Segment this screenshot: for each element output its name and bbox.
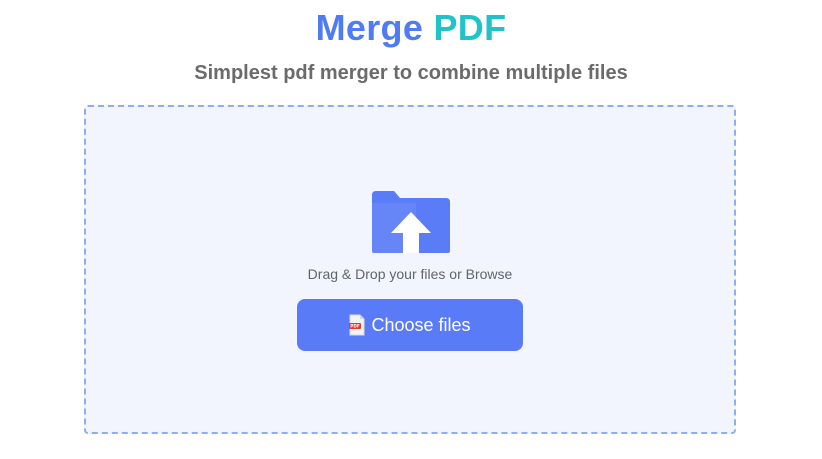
svg-text:PDF: PDF [351, 324, 361, 329]
folder-upload-icon [372, 191, 450, 253]
page-subtitle: Simplest pdf merger to combine multiple … [194, 62, 628, 84]
file-dropzone[interactable]: Drag & Drop your files or Browse PDF Cho… [84, 105, 736, 434]
page-title: Merge PDF [0, 6, 822, 50]
page-title-primary: Merge [315, 7, 424, 48]
choose-files-button[interactable]: PDF Choose files [297, 299, 523, 351]
choose-files-label: Choose files [371, 315, 471, 335]
drop-hint-text: Drag & Drop your files or Browse [307, 266, 513, 282]
merge-pdf-page: Merge PDF Simplest pdf merger to combine… [0, 0, 822, 459]
page-title-accent: PDF [433, 7, 507, 48]
pdf-file-icon: PDF [349, 314, 365, 336]
